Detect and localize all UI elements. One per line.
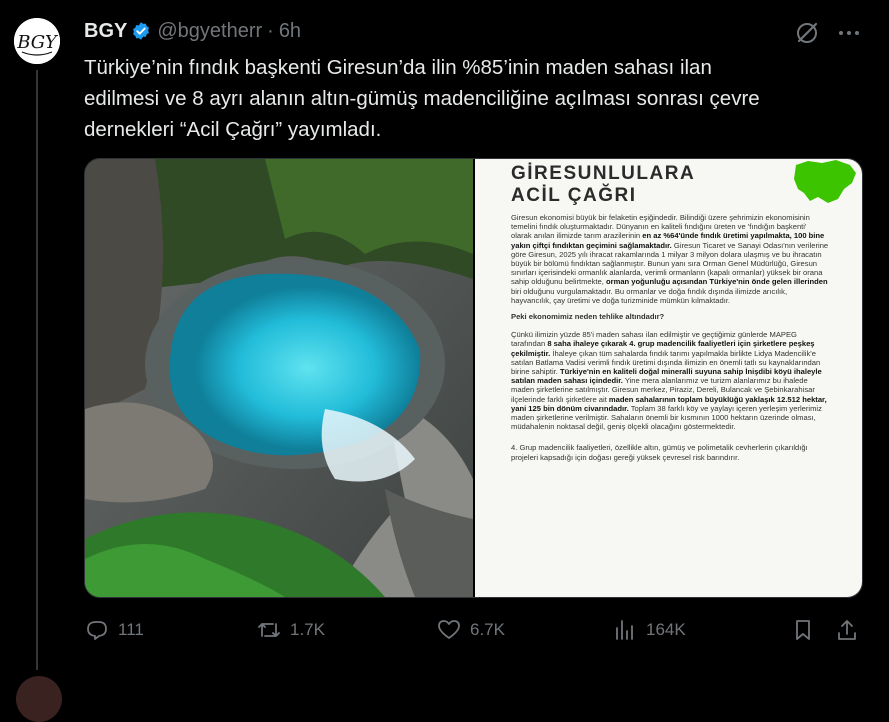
svg-text:BGY: BGY	[16, 32, 59, 53]
call-document[interactable]: GİRESUNLULARA ACİL ÇAĞRI Giresun ekonomi…	[475, 159, 862, 597]
reply-button[interactable]: 111	[84, 612, 144, 648]
views-count: 164K	[646, 620, 686, 639]
document-title: GİRESUNLULARA ACİL ÇAĞRI	[511, 163, 695, 207]
bookmark-icon	[796, 620, 810, 640]
separator-dot: ·	[267, 19, 274, 42]
like-button[interactable]: 6.7K	[436, 612, 505, 648]
action-bar: 111 1.7K 6.7K 164K	[84, 612, 864, 648]
author-handle[interactable]: @bgyetherr	[157, 20, 262, 43]
giresun-map-icon	[794, 160, 856, 203]
reply-count: 111	[118, 620, 144, 639]
author-name[interactable]: BGY	[84, 20, 127, 43]
paragraph-3: 4. Grup madencilik faaliyetleri, özellik…	[511, 443, 808, 462]
next-post-avatar[interactable]	[16, 676, 62, 722]
document-title-line1: GİRESUNLULARA	[511, 163, 696, 184]
paragraph-2: Çünkü ilimizin yüzde 85'i maden sahası i…	[511, 330, 827, 432]
repost-icon	[258, 623, 280, 637]
question-heading: Peki ekonomimiz neden tehlike altındadır…	[511, 312, 665, 322]
share-button[interactable]	[834, 612, 860, 648]
heart-icon	[438, 620, 460, 639]
document-title-line2: ACİL ÇAĞRI	[511, 185, 637, 206]
post-time[interactable]: 6h	[279, 20, 301, 43]
tweet: BGY BGY @bgyetherr · 6h Türkiye’nin fınd…	[0, 0, 889, 684]
more-icon[interactable]	[836, 20, 862, 46]
document-body: Giresun ekonomisi büyük bir felaketin eş…	[511, 213, 829, 469]
tweet-header: BGY @bgyetherr · 6h	[84, 18, 301, 44]
paragraph-1: Giresun ekonomisi büyük bir felaketin eş…	[511, 213, 829, 305]
avatar[interactable]: BGY	[14, 18, 60, 64]
share-icon	[838, 620, 856, 640]
views-button[interactable]: 164K	[612, 612, 686, 648]
repost-button[interactable]: 1.7K	[256, 612, 325, 648]
grok-icon[interactable]	[794, 20, 820, 46]
verified-badge-icon[interactable]	[131, 21, 151, 41]
like-count: 6.7K	[470, 620, 505, 639]
repost-count: 1.7K	[290, 620, 325, 639]
reply-icon	[87, 621, 107, 640]
tweet-text: Türkiye’nin fındık başkenti Giresun’da i…	[84, 56, 760, 141]
views-icon	[616, 620, 633, 640]
bookmark-button[interactable]	[790, 612, 816, 648]
thread-line	[36, 70, 38, 670]
waterfall-photo[interactable]	[85, 159, 473, 597]
media-attachment[interactable]: GİRESUNLULARA ACİL ÇAĞRI Giresun ekonomi…	[84, 158, 863, 598]
